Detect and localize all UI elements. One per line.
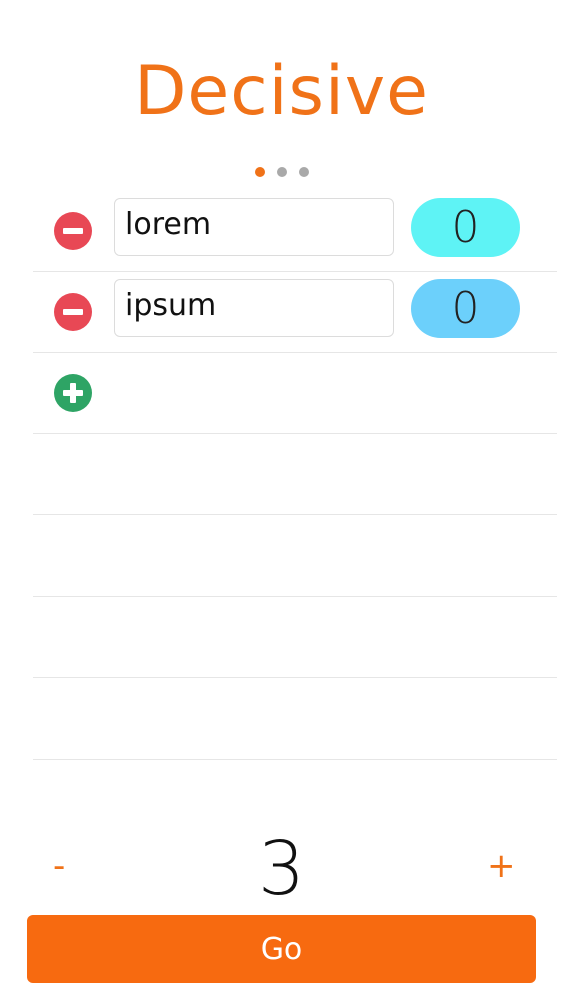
remove-option-button[interactable] <box>54 293 92 331</box>
option-count-badge[interactable]: 0 <box>411 198 520 257</box>
empty-row <box>33 516 557 597</box>
add-option-button[interactable] <box>54 374 92 412</box>
page-dot-1[interactable] <box>255 167 265 177</box>
option-row: lorem 0 <box>33 191 557 272</box>
stepper-value: 3 <box>257 826 306 912</box>
add-option-row <box>33 353 557 434</box>
minus-circle-icon <box>63 228 83 234</box>
page-dot-3[interactable] <box>299 167 309 177</box>
page-indicator[interactable] <box>255 167 309 177</box>
empty-row <box>33 597 557 678</box>
option-row: ipsum 0 <box>33 272 557 353</box>
go-button[interactable]: Go <box>27 915 536 983</box>
empty-row <box>33 679 557 760</box>
option-count-badge[interactable]: 0 <box>411 279 520 338</box>
page-dot-2[interactable] <box>277 167 287 177</box>
increment-button[interactable]: + <box>487 846 516 886</box>
option-name-field[interactable]: ipsum <box>114 279 394 337</box>
minus-circle-icon <box>63 309 83 315</box>
plus-circle-icon <box>63 383 83 403</box>
option-name-field[interactable]: lorem <box>114 198 394 256</box>
empty-row <box>33 434 557 515</box>
remove-option-button[interactable] <box>54 212 92 250</box>
app-title: Decisive <box>134 52 429 131</box>
